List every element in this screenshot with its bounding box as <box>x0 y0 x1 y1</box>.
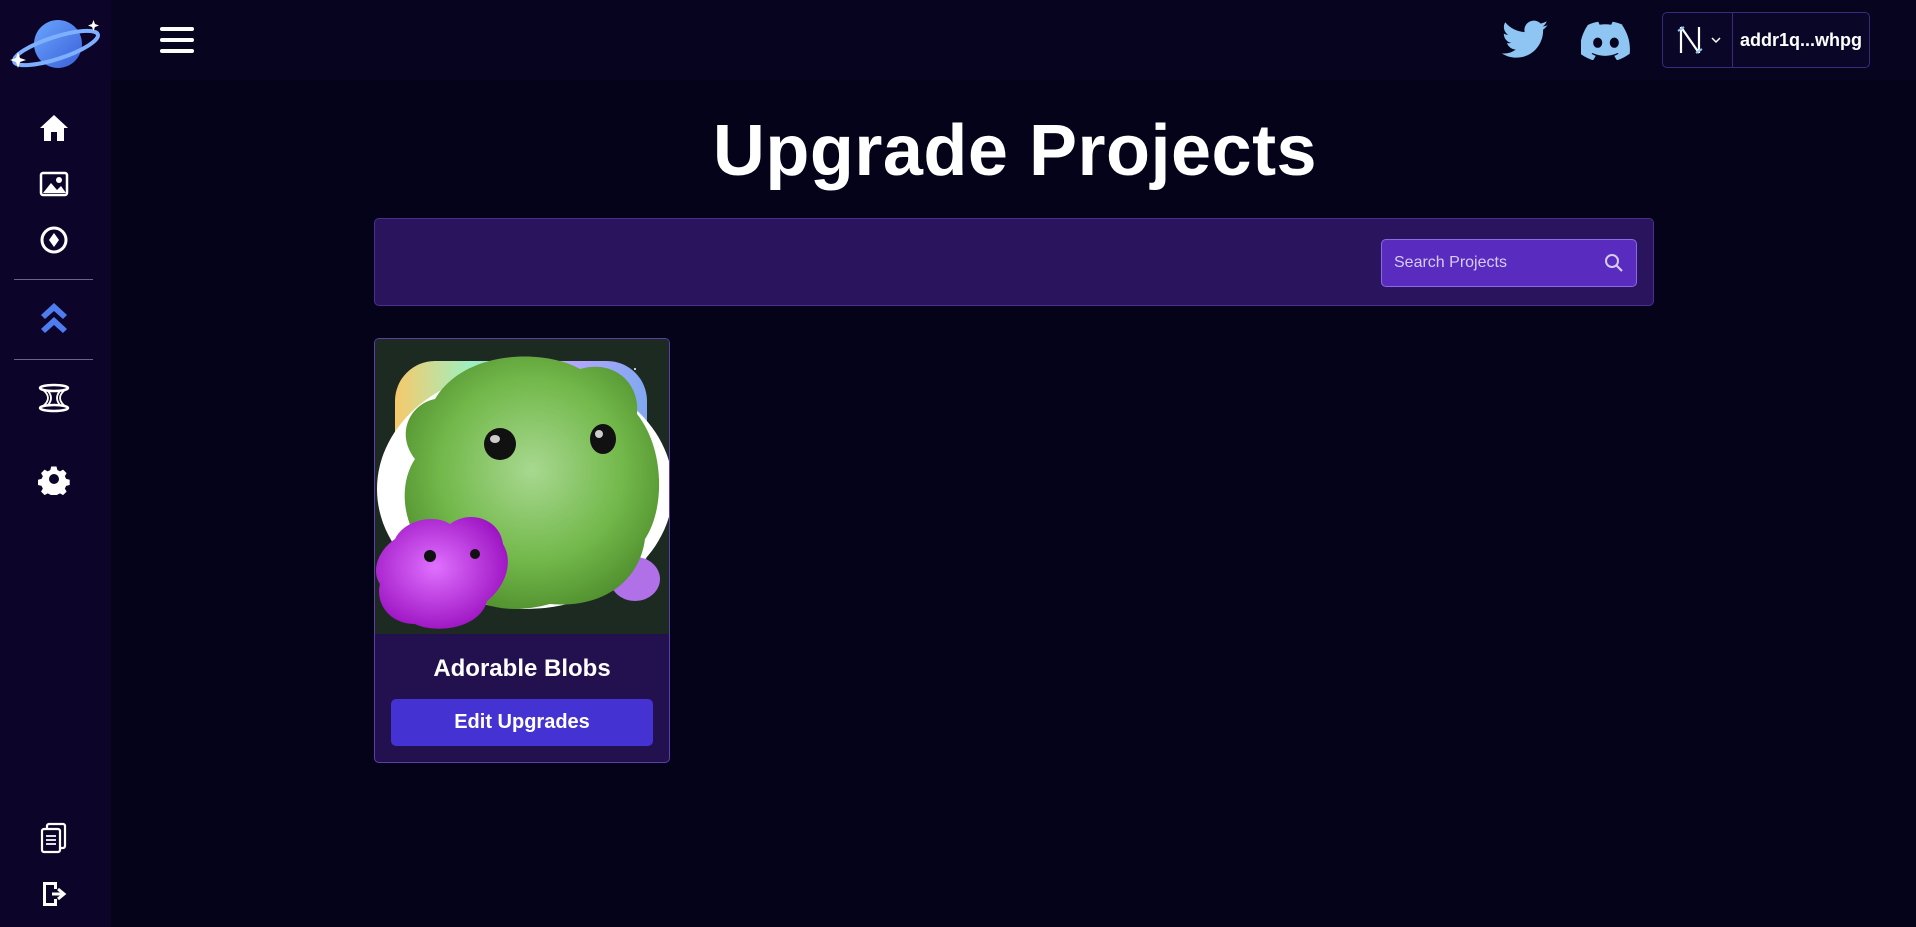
compass-icon[interactable] <box>36 222 72 258</box>
hourglass-spool-icon[interactable] <box>36 380 72 416</box>
planet-logo[interactable] <box>8 14 102 76</box>
documents-icon[interactable] <box>36 820 72 856</box>
gear-icon[interactable] <box>36 461 72 497</box>
project-name: Adorable Blobs <box>433 655 611 682</box>
wallet-selector[interactable] <box>1663 13 1733 67</box>
wallet-address[interactable]: addr1q...whpg <box>1733 13 1869 67</box>
logout-icon[interactable] <box>36 876 72 912</box>
page-title: Upgrade Projects <box>712 111 1318 191</box>
chevron-down-icon <box>1710 37 1721 44</box>
search-input[interactable] <box>1394 254 1604 272</box>
nami-wallet-icon <box>1676 26 1703 54</box>
project-image[interactable] <box>375 339 669 634</box>
edit-upgrades-button[interactable]: Edit Upgrades <box>391 699 653 746</box>
search-panel <box>374 218 1654 306</box>
project-card[interactable]: Adorable Blobs Edit Upgrades <box>374 338 670 763</box>
top-bar <box>111 0 1916 80</box>
discord-icon[interactable] <box>1580 18 1632 62</box>
sidebar-divider <box>14 279 93 280</box>
hamburger-icon[interactable] <box>158 24 196 56</box>
wallet-connect: addr1q...whpg <box>1662 12 1870 68</box>
twitter-icon[interactable] <box>1500 18 1552 62</box>
sidebar-divider <box>14 359 93 360</box>
upgrade-chevrons-icon[interactable] <box>36 300 72 336</box>
search-box[interactable] <box>1381 239 1637 287</box>
search-icon[interactable] <box>1604 253 1624 273</box>
